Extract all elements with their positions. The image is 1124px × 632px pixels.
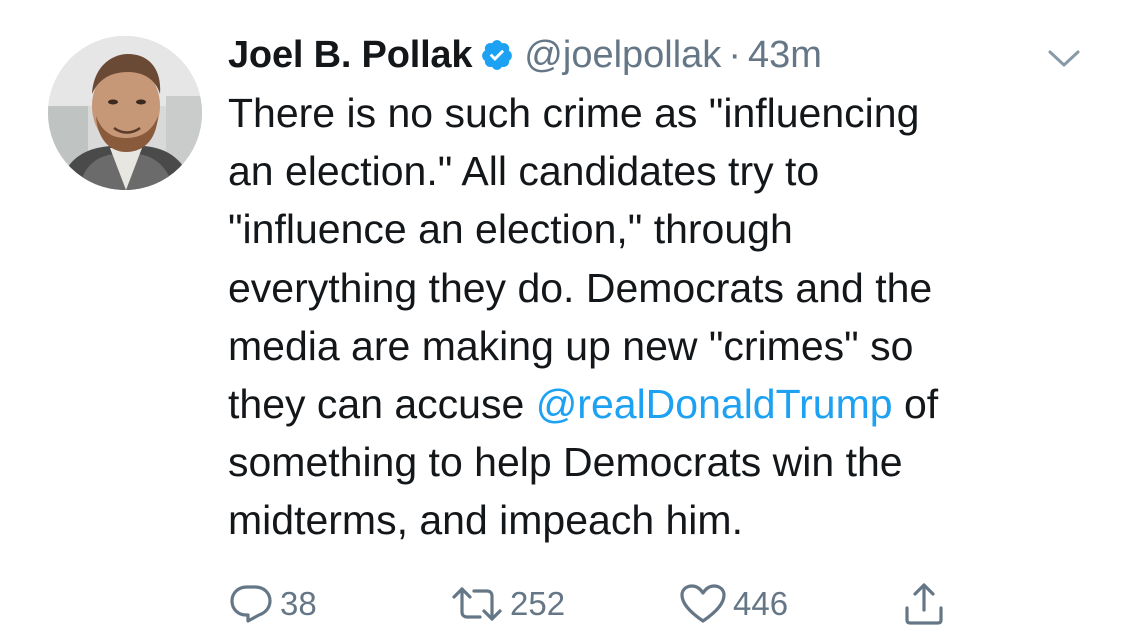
tweet-text-line: midterms, and impeach him. xyxy=(228,497,743,544)
tweet-text-line: everything they do. Democrats and the xyxy=(228,264,933,311)
tweet-text-line: they can accuse @realDonaldTrump of xyxy=(228,375,1098,433)
reply-icon xyxy=(228,583,274,625)
mention-link[interactable]: @realDonaldTrump xyxy=(536,381,893,427)
timestamp[interactable]: 43m xyxy=(748,34,822,77)
tweet-text-line: "influence an election," through xyxy=(228,206,793,253)
like-count: 446 xyxy=(733,585,789,622)
separator: · xyxy=(728,33,741,76)
share-icon xyxy=(902,582,946,626)
heart-icon xyxy=(679,583,727,625)
display-name[interactable]: Joel B. Pollak xyxy=(228,34,472,77)
reply-button[interactable]: 38 xyxy=(228,580,317,628)
tweet-text-line: an election." All candidates try to xyxy=(228,148,820,195)
tweet[interactable]: Joel B. Pollak @joelpollak · 43m There i… xyxy=(0,0,1124,632)
retweet-icon xyxy=(450,584,504,624)
share-button[interactable] xyxy=(902,580,946,628)
avatar[interactable] xyxy=(48,36,202,190)
tweet-text-segment: of xyxy=(892,381,939,428)
verified-badge-icon xyxy=(480,38,514,72)
tweet-text-segment: they can accuse xyxy=(228,381,536,428)
retweet-count: 252 xyxy=(510,585,566,622)
handle[interactable]: @joelpollak xyxy=(524,34,721,77)
tweet-text: There is no such crime as "influencing a… xyxy=(228,84,1098,550)
retweet-button[interactable]: 252 xyxy=(450,580,565,628)
avatar-image xyxy=(48,36,202,190)
tweet-header: Joel B. Pollak @joelpollak · 43m xyxy=(228,27,822,83)
tweet-text-line: media are making up new "crimes" so xyxy=(228,322,914,369)
like-button[interactable]: 446 xyxy=(679,580,788,628)
chevron-down-icon[interactable] xyxy=(1044,44,1084,72)
tweet-text-line: something to help Democrats win the xyxy=(228,439,903,486)
tweet-text-line: There is no such crime as "influencing xyxy=(228,90,920,136)
action-bar: 38 252 446 xyxy=(228,580,1098,628)
reply-count: 38 xyxy=(280,585,317,622)
